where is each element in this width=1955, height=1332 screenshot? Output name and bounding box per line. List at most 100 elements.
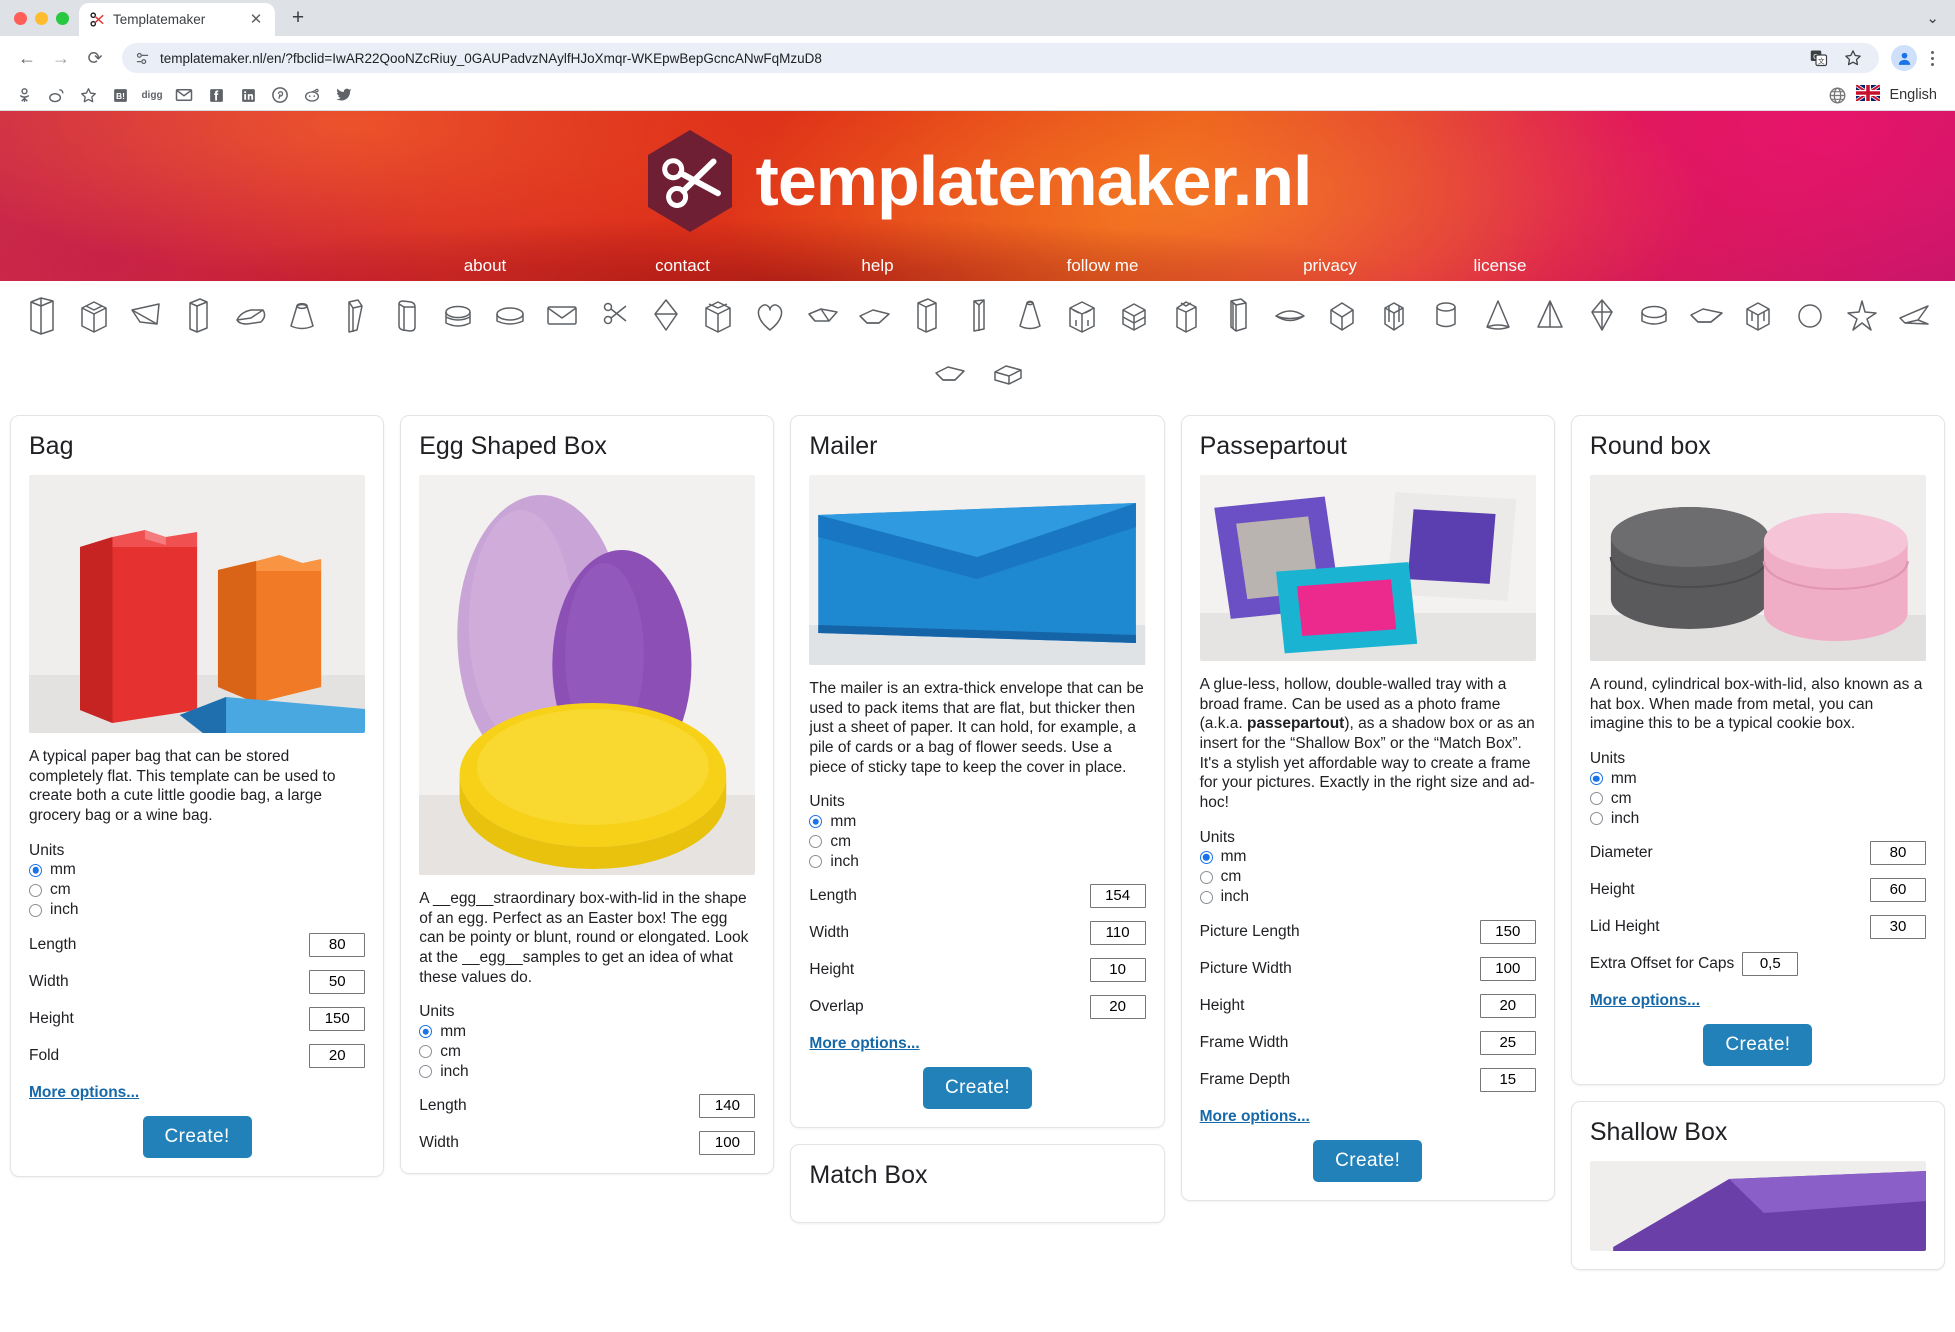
radio-inch[interactable] — [1199, 890, 1213, 904]
unit-option-mm[interactable]: mm — [419, 1022, 755, 1041]
oval-box-shape-icon[interactable] — [484, 291, 536, 339]
frame-width-input[interactable]: 25 — [1479, 1030, 1536, 1055]
bookmark-star-icon[interactable] — [1843, 48, 1863, 68]
nav-link-about[interactable]: about — [385, 256, 585, 276]
twitter-icon[interactable] — [334, 85, 354, 105]
crate-shape-icon[interactable] — [1056, 291, 1108, 339]
height-input[interactable]: 150 — [309, 1006, 366, 1031]
radio-mm[interactable] — [29, 863, 42, 877]
unit-option-inch[interactable]: inch — [809, 852, 1145, 871]
plane-shape-icon[interactable] — [1888, 291, 1940, 339]
nav-link-help[interactable]: help — [780, 256, 975, 276]
rounded-box-shape-icon[interactable] — [380, 291, 432, 339]
tetra-shape-icon[interactable] — [1524, 291, 1576, 339]
radio-mm[interactable] — [809, 815, 823, 829]
length-input[interactable]: 140 — [699, 1094, 756, 1119]
book-box-shape-icon[interactable] — [1212, 291, 1264, 339]
translate-icon[interactable]: G 文 — [1809, 48, 1829, 68]
unit-option-mm[interactable]: mm — [1199, 848, 1536, 867]
radio-inch[interactable] — [29, 903, 42, 917]
reddit-icon[interactable] — [302, 85, 322, 105]
diamond-shape-icon[interactable] — [640, 291, 692, 339]
unit-option-inch[interactable]: inch — [29, 901, 365, 920]
unit-option-cm[interactable]: cm — [809, 832, 1145, 851]
gem-shape-icon[interactable] — [1576, 291, 1628, 339]
unit-option-cm[interactable]: cm — [1589, 789, 1926, 808]
back-button[interactable]: ← — [12, 43, 42, 73]
browser-tab[interactable]: Templatemaker ✕ — [79, 3, 275, 36]
digg-icon[interactable]: digg — [141, 85, 162, 105]
length-input[interactable]: 80 — [309, 932, 366, 957]
close-icon[interactable]: ✕ — [247, 12, 265, 27]
kebab-menu[interactable] — [1921, 50, 1943, 66]
length-input[interactable]: 154 — [1089, 884, 1146, 909]
scissors-shape-icon[interactable] — [588, 291, 640, 339]
lens-shape-icon[interactable] — [1264, 291, 1316, 339]
unit-option-cm[interactable]: cm — [29, 881, 365, 900]
flat-box-shape-icon[interactable] — [172, 291, 224, 339]
wedge-shape-icon[interactable] — [120, 291, 172, 339]
create-button[interactable]: Create! — [922, 1067, 1033, 1110]
more-options-link[interactable]: More options... — [809, 1035, 919, 1053]
cube-box-shape-icon[interactable] — [68, 291, 120, 339]
unit-option-cm[interactable]: cm — [1199, 868, 1536, 887]
long-tray-shape-icon[interactable] — [1680, 291, 1732, 339]
maximize-window-button[interactable] — [56, 11, 69, 25]
heart-shape-icon[interactable] — [744, 291, 796, 339]
diameter-input[interactable]: 80 — [1870, 841, 1927, 866]
odnoklassniki-icon[interactable] — [14, 85, 34, 105]
tapered-cup-shape-icon[interactable] — [276, 291, 328, 339]
cone-tall-shape-icon[interactable] — [1472, 291, 1524, 339]
unit-option-inch[interactable]: inch — [1199, 888, 1536, 907]
hexbox-shape-icon[interactable] — [1108, 291, 1160, 339]
forward-button[interactable]: → — [46, 43, 76, 73]
match-box-shape-icon[interactable] — [981, 349, 1033, 397]
radio-inch[interactable] — [1589, 812, 1603, 826]
cylinder-shape-icon[interactable] — [1420, 291, 1472, 339]
tray-shape-icon[interactable] — [796, 291, 848, 339]
reload-button[interactable]: ⟳ — [80, 43, 110, 73]
language-label[interactable]: English — [1889, 87, 1937, 103]
round-box-shape-icon[interactable] — [432, 291, 484, 339]
open-cube-shape-icon[interactable] — [692, 291, 744, 339]
milk-carton-shape-icon[interactable] — [1160, 291, 1212, 339]
more-options-link[interactable]: More options... — [1590, 992, 1700, 1010]
pillow-shape-icon[interactable] — [224, 291, 276, 339]
radio-cm[interactable] — [809, 835, 823, 849]
radio-cm[interactable] — [1199, 870, 1213, 884]
nav-link-follow-me[interactable]: follow me — [975, 256, 1230, 276]
star-shape-icon[interactable] — [1836, 291, 1888, 339]
width-input[interactable]: 100 — [699, 1131, 756, 1156]
unit-option-cm[interactable]: cm — [419, 1042, 755, 1061]
email-icon[interactable] — [174, 85, 194, 105]
puzzle-shape-icon[interactable] — [1732, 291, 1784, 339]
frame-depth-input[interactable]: 15 — [1479, 1067, 1536, 1092]
height-input[interactable]: 10 — [1089, 958, 1146, 983]
overlap-input[interactable]: 20 — [1089, 995, 1146, 1020]
new-tab-button[interactable]: + — [281, 1, 315, 35]
envelope-shape-icon[interactable] — [536, 291, 588, 339]
picture-length-input[interactable]: 150 — [1479, 919, 1536, 944]
pyramid-box-shape-icon[interactable] — [1316, 291, 1368, 339]
radio-mm[interactable] — [1589, 772, 1603, 786]
round-flat-shape-icon[interactable] — [1628, 291, 1680, 339]
nav-link-license[interactable]: license — [1430, 256, 1570, 276]
radio-inch[interactable] — [809, 855, 823, 869]
globe-icon[interactable] — [1827, 85, 1847, 105]
create-button[interactable]: Create! — [1703, 1024, 1813, 1067]
linkedin-icon[interactable] — [238, 85, 258, 105]
minimize-window-button[interactable] — [35, 11, 48, 25]
radio-cm[interactable] — [29, 883, 42, 897]
unit-option-inch[interactable]: inch — [1589, 809, 1926, 828]
picture-width-input[interactable]: 100 — [1479, 956, 1536, 981]
unit-option-mm[interactable]: mm — [1589, 769, 1926, 788]
radio-inch[interactable] — [419, 1065, 433, 1079]
nav-link-privacy[interactable]: privacy — [1230, 256, 1430, 276]
cone-shape-icon[interactable] — [1004, 291, 1056, 339]
width-input[interactable]: 110 — [1089, 921, 1146, 946]
pinterest-icon[interactable] — [270, 85, 290, 105]
nav-link-contact[interactable]: contact — [585, 256, 780, 276]
pen-sleeve-shape-icon[interactable] — [328, 291, 380, 339]
fold-input[interactable]: 20 — [309, 1043, 366, 1068]
extra-offset-input[interactable]: 0,5 — [1742, 952, 1799, 977]
